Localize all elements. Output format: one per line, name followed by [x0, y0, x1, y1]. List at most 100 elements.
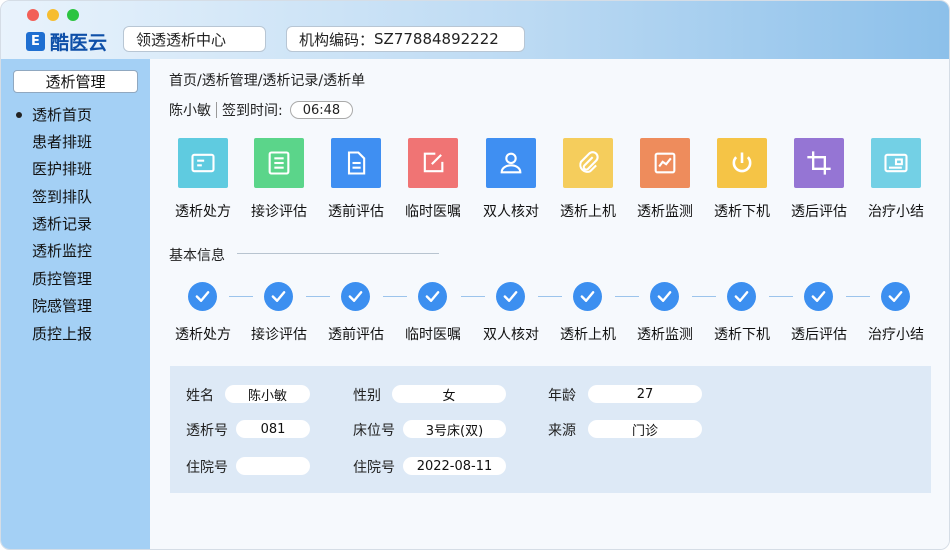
step-prescription[interactable]	[188, 282, 217, 311]
monitoring-label: 透析监测	[637, 204, 693, 220]
check-icon	[657, 291, 672, 302]
sidebar-item-quality-control[interactable]: 质控管理	[32, 269, 92, 289]
dialysis-no-field[interactable]: 081	[236, 420, 310, 438]
post-assessment-label: 透后评估	[791, 204, 847, 220]
temporary-order-tile[interactable]	[408, 138, 458, 188]
edit-icon	[423, 152, 444, 173]
check-icon	[348, 291, 363, 302]
center-name-selector[interactable]: 领透透析中心	[123, 26, 266, 52]
pre-assessment-label: 透前评估	[328, 204, 384, 220]
monitoring-tile[interactable]	[640, 138, 690, 188]
inpatient-date-field[interactable]: 2022-08-11	[403, 457, 506, 475]
breadcrumb: 首页/透析管理/透析记录/透析单	[169, 73, 366, 89]
checkin-label: 签到时间:	[222, 103, 283, 119]
step-label: 透前评估	[328, 327, 384, 343]
double-check-tile[interactable]	[486, 138, 536, 188]
step-connector	[769, 296, 793, 297]
paperclip-icon	[579, 151, 599, 173]
check-icon	[425, 291, 440, 302]
app-logo: E 酷医云	[26, 28, 107, 55]
step-connector	[461, 296, 485, 297]
name-field[interactable]: 陈小敏	[225, 385, 310, 404]
check-icon	[888, 291, 903, 302]
users-icon	[500, 152, 522, 174]
prescription-tile[interactable]	[178, 138, 228, 188]
sidebar-item-dialysis-records[interactable]: 透析记录	[32, 214, 92, 234]
step-connector	[615, 296, 639, 297]
step-connector	[229, 296, 253, 297]
check-icon	[580, 291, 595, 302]
check-icon	[811, 291, 826, 302]
org-code-label: 机构编码：	[299, 30, 375, 49]
step-label: 接诊评估	[251, 327, 307, 343]
step-post-assessment[interactable]	[804, 282, 833, 311]
step-pre-assessment[interactable]	[341, 282, 370, 311]
prescription-label: 透析处方	[175, 204, 231, 220]
machine-off-tile[interactable]	[717, 138, 767, 188]
step-temporary-order[interactable]	[418, 282, 447, 311]
step-monitoring[interactable]	[650, 282, 679, 311]
machine-off-label: 透析下机	[714, 204, 770, 220]
step-treatment-summary[interactable]	[881, 282, 910, 311]
step-double-check[interactable]	[496, 282, 525, 311]
step-connector	[538, 296, 562, 297]
step-reception-assessment[interactable]	[264, 282, 293, 311]
basic-info-panel: 姓名 陈小敏 性别 女 年龄 27 透析号 081 床位号 3号床(双) 来源 …	[170, 366, 931, 493]
treatment-summary-tile[interactable]	[871, 138, 921, 188]
bed-label: 床位号	[353, 423, 395, 439]
org-code-value: SZ77884892222	[374, 30, 499, 48]
section-divider	[237, 253, 439, 254]
check-icon	[503, 291, 518, 302]
step-connector	[383, 296, 407, 297]
minimize-window-button[interactable]	[47, 9, 59, 21]
step-connector	[692, 296, 716, 297]
checkin-time: 06:48	[289, 101, 354, 119]
chart-icon	[654, 152, 676, 174]
gender-field[interactable]: 女	[392, 385, 506, 404]
sidebar-item-dialysis-home[interactable]: 透析首页	[32, 105, 92, 125]
card-icon	[191, 153, 215, 173]
step-connector	[846, 296, 870, 297]
inpatient-no-field[interactable]	[236, 457, 310, 475]
step-label: 治疗小结	[868, 327, 924, 343]
step-label: 透析监测	[637, 327, 693, 343]
dialysis-no-label: 透析号	[186, 423, 228, 439]
logo-text: 酷医云	[50, 32, 108, 54]
maximize-window-button[interactable]	[67, 9, 79, 21]
reception-assessment-label: 接诊评估	[251, 204, 307, 220]
sidebar-item-checkin-queue[interactable]: 签到排队	[32, 187, 92, 207]
step-label: 透后评估	[791, 327, 847, 343]
check-icon	[195, 291, 210, 302]
source-label: 来源	[548, 423, 576, 439]
age-field[interactable]: 27	[588, 385, 702, 403]
org-code-display: 机构编码： SZ77884892222	[286, 26, 525, 52]
gender-label: 性别	[353, 388, 381, 404]
sidebar-item-dialysis-monitor[interactable]: 透析监控	[32, 241, 92, 261]
treatment-summary-label: 治疗小结	[868, 204, 924, 220]
bed-field[interactable]: 3号床(双)	[403, 420, 506, 439]
sidebar-item-staff-schedule[interactable]: 医护排班	[32, 159, 92, 179]
step-label: 透析处方	[175, 327, 231, 343]
double-check-label: 双人核对	[483, 204, 539, 220]
document-icon	[347, 151, 366, 175]
power-icon	[732, 152, 752, 173]
machine-on-tile[interactable]	[563, 138, 613, 188]
reception-assessment-tile[interactable]	[254, 138, 304, 188]
list-icon	[268, 151, 290, 175]
post-assessment-tile[interactable]	[794, 138, 844, 188]
title-bar: E 酷医云 领透透析中心 机构编码： SZ77884892222	[1, 1, 949, 59]
sidebar-title[interactable]: 透析管理	[13, 70, 138, 93]
active-bullet-icon	[16, 112, 22, 118]
step-machine-off[interactable]	[727, 282, 756, 311]
pre-assessment-tile[interactable]	[331, 138, 381, 188]
sidebar-item-infection-control[interactable]: 院感管理	[32, 296, 92, 316]
step-label: 透析下机	[714, 327, 770, 343]
step-label: 双人核对	[483, 327, 539, 343]
close-window-button[interactable]	[27, 9, 39, 21]
source-field[interactable]: 门诊	[588, 420, 702, 439]
inpatient-date-label: 住院号	[353, 460, 395, 476]
step-machine-on[interactable]	[573, 282, 602, 311]
sidebar-item-quality-report[interactable]: 质控上报	[32, 324, 92, 344]
sidebar-item-patient-schedule[interactable]: 患者排班	[32, 132, 92, 152]
patient-name: 陈小敏	[169, 103, 211, 119]
